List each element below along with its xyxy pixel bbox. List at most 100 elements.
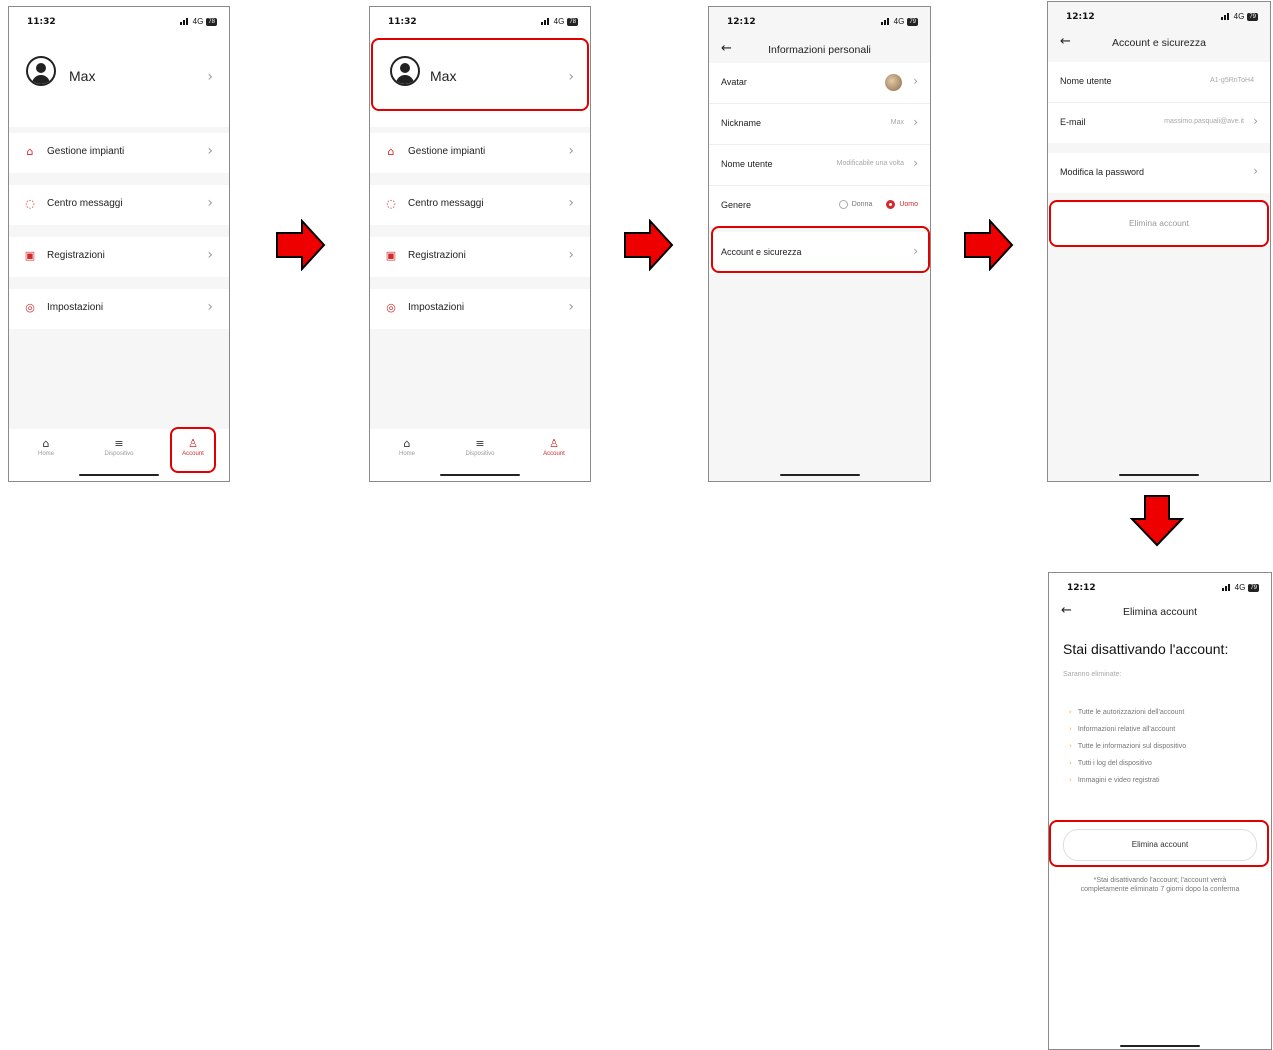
tab-account[interactable]: ♙ Account xyxy=(524,437,584,457)
menu-label: Centro messaggi xyxy=(408,198,484,209)
page-title: Informazioni personali xyxy=(768,44,871,56)
status-time: 12:12 xyxy=(727,17,756,27)
chevron-right-icon: › xyxy=(1069,759,1072,767)
status-bar: 11:32 4G 78 xyxy=(370,7,590,35)
chevron-right-icon: › xyxy=(568,299,574,315)
chevron-right-icon: › xyxy=(1253,164,1258,178)
chevron-right-icon: › xyxy=(568,195,574,211)
chevron-right-icon: › xyxy=(207,69,213,85)
row-label: E-mail xyxy=(1060,117,1086,127)
arrow-down-icon xyxy=(1130,495,1184,547)
delete-note: *Stai disattivando l'account; l'account … xyxy=(1057,876,1263,894)
battery-icon: 79 xyxy=(907,17,918,26)
note-line: completamente eliminato 7 giorni dopo la… xyxy=(1080,886,1240,893)
menu-item-centro-messaggi[interactable]: ◌ Centro messaggi › xyxy=(9,185,229,225)
record-icon: ▣ xyxy=(385,249,397,262)
menu-item-registrazioni[interactable]: ▣ Registrazioni › xyxy=(9,237,229,277)
delete-heading: Stai disattivando l'account: xyxy=(1063,641,1229,657)
menu-label: Gestione impianti xyxy=(408,146,486,157)
signal-icon xyxy=(1221,584,1232,591)
phone-screen-personal-info: 12:12 4G 79 ← Informazioni personali Avat… xyxy=(708,6,931,482)
battery-icon: 78 xyxy=(567,17,578,26)
network-label: 4G xyxy=(192,17,204,26)
row-email[interactable]: E-mail massimo.pasquali@ave.it › xyxy=(1048,103,1270,143)
arrow-right-icon xyxy=(276,219,326,271)
status-bar: 11:32 4G 78 xyxy=(9,7,229,35)
row-gender: Genere Donna Uomo xyxy=(709,186,930,226)
page-title: Elimina account xyxy=(1122,606,1198,618)
nav-header: ← Informazioni personali xyxy=(709,35,930,65)
home-icon: ⌂ xyxy=(42,437,50,450)
radio-off-icon xyxy=(838,200,848,209)
signal-icon xyxy=(179,18,190,25)
menu-item-gestione-impianti[interactable]: ⌂ Gestione impianti › xyxy=(370,133,590,173)
chevron-right-icon: › xyxy=(1069,742,1072,750)
list-item: › Immagini e video registrati xyxy=(1069,776,1160,784)
note-line: *Stai disattivando l'account; l'account … xyxy=(1093,877,1227,884)
menu-label: Registrazioni xyxy=(408,250,466,261)
status-time: 12:12 xyxy=(1066,12,1095,22)
row-value: Modificabile una volta xyxy=(836,160,904,167)
gender-options: Donna Uomo xyxy=(838,200,918,209)
menu-label: Registrazioni xyxy=(47,250,105,261)
menu-item-impostazioni[interactable]: ◎ Impostazioni › xyxy=(370,289,590,329)
battery-icon: 79 xyxy=(1248,583,1259,592)
tab-dispositivo[interactable]: ≡ Dispositivo xyxy=(89,437,149,457)
radio-uomo[interactable]: Uomo xyxy=(886,200,918,209)
chevron-right-icon: › xyxy=(207,143,213,159)
network-label: 4G xyxy=(893,17,905,26)
battery-icon: 78 xyxy=(206,17,217,26)
radio-label: Donna xyxy=(851,201,873,209)
home-icon: ⌂ xyxy=(403,437,411,450)
list-item-text: Immagini e video registrati xyxy=(1077,777,1160,784)
home-indicator xyxy=(779,474,860,476)
profile-header[interactable]: Max › xyxy=(9,35,229,127)
arrow-right-icon xyxy=(624,219,674,271)
row-change-password[interactable]: Modifica la password › xyxy=(1048,153,1270,193)
row-nickname[interactable]: Nickname Max › xyxy=(709,104,930,144)
highlight-box xyxy=(1049,200,1269,247)
radio-donna[interactable]: Donna xyxy=(838,200,873,209)
avatar-icon xyxy=(26,56,56,86)
chevron-right-icon: › xyxy=(207,195,213,211)
nav-header: ← Account e sicurezza xyxy=(1048,28,1270,58)
device-icon: ≡ xyxy=(114,437,124,450)
status-time: 11:32 xyxy=(388,17,417,27)
row-label: Nickname xyxy=(721,118,762,128)
list-item-text: Tutti i log del dispositivo xyxy=(1077,760,1152,767)
radio-on-icon xyxy=(886,200,896,209)
tab-label: Home xyxy=(37,451,54,457)
status-time: 12:12 xyxy=(1067,583,1096,593)
phone-screen-account-security: 12:12 4G 79 ← Account e sicurezza Nome ut… xyxy=(1047,1,1271,482)
list-item: › Informazioni relative all'account xyxy=(1069,725,1175,733)
list-item-text: Tutte le informazioni sul dispositivo xyxy=(1077,743,1187,750)
signal-icon xyxy=(880,18,891,25)
menu-item-gestione-impianti[interactable]: ⌂ Gestione impianti › xyxy=(9,133,229,173)
menu-item-centro-messaggi[interactable]: ◌ Centro messaggi › xyxy=(370,185,590,225)
device-icon: ≡ xyxy=(475,437,485,450)
row-username: Nome utente A1-g5RnToH4 xyxy=(1048,62,1270,102)
tab-label: Home xyxy=(398,451,415,457)
record-icon: ▣ xyxy=(24,249,36,262)
chevron-right-icon: › xyxy=(1069,776,1072,784)
menu-item-registrazioni[interactable]: ▣ Registrazioni › xyxy=(370,237,590,277)
list-item-text: Informazioni relative all'account xyxy=(1077,726,1176,733)
menu-item-impostazioni[interactable]: ◎ Impostazioni › xyxy=(9,289,229,329)
profile-name: Max xyxy=(69,68,96,84)
tab-home[interactable]: ⌂ Home xyxy=(377,437,437,457)
row-label: Avatar xyxy=(721,77,747,87)
menu-label: Impostazioni xyxy=(47,302,104,313)
chevron-right-icon: › xyxy=(913,156,918,170)
arrow-right-icon xyxy=(964,219,1014,271)
row-avatar[interactable]: Avatar › xyxy=(709,63,930,103)
phone-screen-delete-account: 12:12 4G 79 ← Elimina account Stai disatt… xyxy=(1048,572,1272,1050)
chevron-right-icon: › xyxy=(207,299,213,315)
row-username[interactable]: Nome utente Modificabile una volta › xyxy=(709,145,930,185)
home-indicator xyxy=(1119,474,1199,476)
chevron-right-icon: › xyxy=(207,247,213,263)
list-item: › Tutti i log del dispositivo xyxy=(1069,759,1152,767)
highlight-box xyxy=(1049,820,1269,867)
tab-dispositivo[interactable]: ≡ Dispositivo xyxy=(450,437,510,457)
tab-home[interactable]: ⌂ Home xyxy=(16,437,76,457)
tab-label: Dispositivo xyxy=(465,451,495,457)
